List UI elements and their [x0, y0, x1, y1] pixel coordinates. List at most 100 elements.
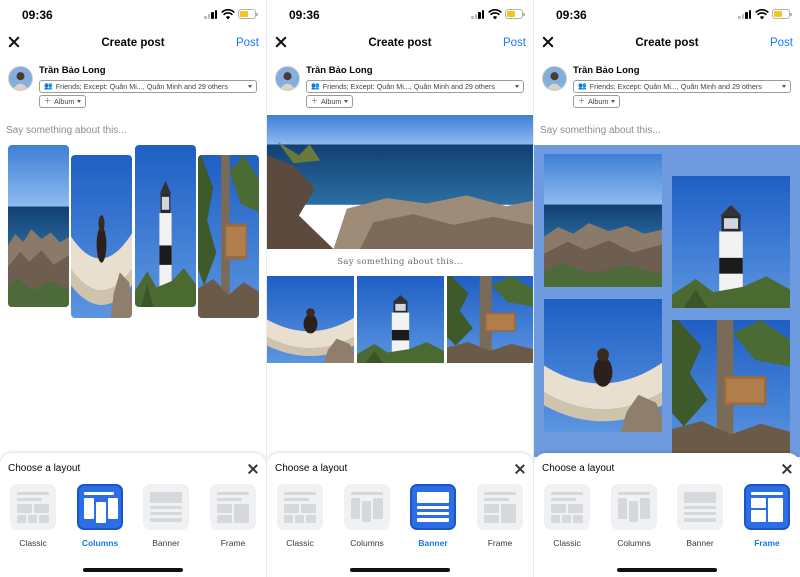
avatar[interactable]	[8, 66, 33, 91]
post-button[interactable]: Post	[236, 37, 259, 49]
photo-sign[interactable]	[447, 276, 533, 363]
layout-option-banner[interactable]: Banner	[409, 484, 457, 548]
layout-option-banner[interactable]: Banner	[676, 484, 724, 548]
battery-icon	[505, 9, 525, 19]
author-name: Trần Bảo Long	[39, 65, 106, 76]
chevron-down-icon	[344, 100, 349, 103]
photo-lighthouse[interactable]	[135, 145, 196, 307]
nav-bar: Create post Post	[267, 30, 533, 56]
layout-sheet-title: Choose a layout	[8, 463, 81, 474]
post-text-placeholder[interactable]: Say something about this...	[6, 125, 127, 136]
photo-hammock[interactable]	[544, 299, 662, 432]
layout-option-classic[interactable]: Classic	[543, 484, 591, 548]
layout-option-label: Columns	[81, 538, 119, 548]
layout-option-label: Columns	[350, 538, 384, 548]
layout-sheet: Choose a layout Classic Columns Banner F…	[534, 453, 800, 577]
photo-sea[interactable]	[8, 145, 69, 307]
layout-option-label: Classic	[553, 538, 581, 548]
audience-selector[interactable]: 👥 Friends; Except: Quân Mi..., Quân Minh …	[573, 80, 791, 93]
layout-option-columns[interactable]: Columns	[343, 484, 391, 548]
post-button[interactable]: Post	[503, 37, 526, 49]
album-label: Album	[588, 97, 609, 106]
signal-icon	[204, 10, 218, 19]
wifi-icon	[488, 9, 502, 20]
people-icon: 👥	[311, 83, 320, 90]
close-icon[interactable]	[515, 464, 525, 474]
photo-sign[interactable]	[672, 320, 790, 453]
audience-selector[interactable]: 👥 Friends; Except: Quân Mi..., Quân Minh …	[306, 80, 524, 93]
layout-option-label: Frame	[754, 538, 780, 548]
classic-layout-icon	[544, 484, 590, 530]
photo-hammock[interactable]	[267, 276, 354, 363]
status-time: 09:36	[289, 8, 320, 22]
plus-icon: ＋	[578, 98, 585, 105]
home-indicator	[83, 568, 183, 572]
banner-caption[interactable]: Say something about this...	[267, 249, 533, 276]
author-block: Trần Bảo Long 👥 Friends; Except: Quân Mi.…	[267, 64, 533, 112]
layout-option-banner[interactable]: Banner	[142, 484, 190, 548]
photo-sign[interactable]	[198, 155, 259, 318]
close-icon[interactable]	[782, 464, 792, 474]
people-icon: 👥	[578, 83, 587, 90]
photo-lighthouse[interactable]	[672, 176, 790, 308]
layout-option-columns[interactable]: Columns	[76, 484, 124, 548]
banner-layout-icon	[143, 484, 189, 530]
layout-option-frame[interactable]: Frame	[209, 484, 257, 548]
post-button[interactable]: Post	[770, 37, 793, 49]
chevron-down-icon	[515, 85, 519, 88]
banner-layout-icon	[677, 484, 723, 530]
layout-option-classic[interactable]: Classic	[276, 484, 324, 548]
album-label: Album	[54, 97, 75, 106]
layout-sheet: Choose a layout Classic Columns Banner F…	[267, 453, 533, 577]
photo-lighthouse[interactable]	[357, 276, 444, 363]
avatar[interactable]	[542, 66, 567, 91]
avatar[interactable]	[275, 66, 300, 91]
post-text-placeholder[interactable]: Say something about this...	[540, 125, 661, 136]
frame-layout-icon	[210, 484, 256, 530]
layout-option-frame[interactable]: Frame	[476, 484, 524, 548]
layout-option-label: Banner	[152, 538, 180, 548]
status-time: 09:36	[22, 8, 53, 22]
chevron-down-icon	[248, 85, 252, 88]
columns-layout-icon	[344, 484, 390, 530]
page-title: Create post	[101, 37, 165, 49]
author-block: Trần Bảo Long 👥 Friends; Except: Quân Mi.…	[0, 64, 266, 112]
layout-option-columns[interactable]: Columns	[610, 484, 658, 548]
columns-layout-icon	[611, 484, 657, 530]
layout-sheet-title: Choose a layout	[542, 463, 615, 474]
columns-layout-icon	[77, 484, 123, 530]
status-bar: 09:36	[0, 0, 266, 30]
chevron-down-icon	[77, 100, 82, 103]
status-time: 09:36	[556, 8, 587, 22]
album-selector[interactable]: ＋ Album	[39, 95, 87, 108]
layout-option-label: Frame	[220, 538, 246, 548]
photo-sea[interactable]	[544, 154, 662, 287]
chevron-down-icon	[611, 100, 616, 103]
album-selector[interactable]: ＋ Album	[573, 95, 621, 108]
album-selector[interactable]: ＋ Album	[306, 95, 354, 108]
layout-sheet-title: Choose a layout	[275, 463, 348, 474]
audience-selector[interactable]: 👥 Friends; Except: Quân Mi..., Quân Minh …	[39, 80, 257, 93]
audience-label: Friends; Except: Quân Mi..., Quân Minh a…	[55, 82, 228, 91]
phone-screen-columns: 09:36 Create post Post Trần Bảo Long 👥 Fr…	[0, 0, 266, 577]
wifi-icon	[755, 9, 769, 20]
layout-option-frame[interactable]: Frame	[743, 484, 791, 548]
page-title: Create post	[368, 37, 432, 49]
nav-bar: Create post Post	[0, 30, 266, 56]
layout-option-label: Columns	[617, 538, 651, 548]
layout-option-label: Frame	[487, 538, 513, 548]
plus-icon: ＋	[44, 98, 51, 105]
status-bar: 09:36	[534, 0, 800, 30]
signal-icon	[738, 10, 752, 19]
close-icon[interactable]	[248, 464, 258, 474]
battery-icon	[772, 9, 792, 19]
signal-icon	[471, 10, 485, 19]
photo-hammock[interactable]	[71, 155, 132, 318]
photo-banner-sea[interactable]	[267, 115, 533, 249]
home-indicator	[617, 568, 717, 572]
status-bar: 09:36	[267, 0, 533, 30]
layout-option-classic[interactable]: Classic	[9, 484, 57, 548]
audience-label: Friends; Except: Quân Mi..., Quân Minh a…	[322, 82, 495, 91]
classic-layout-icon	[277, 484, 323, 530]
battery-icon	[238, 9, 258, 19]
